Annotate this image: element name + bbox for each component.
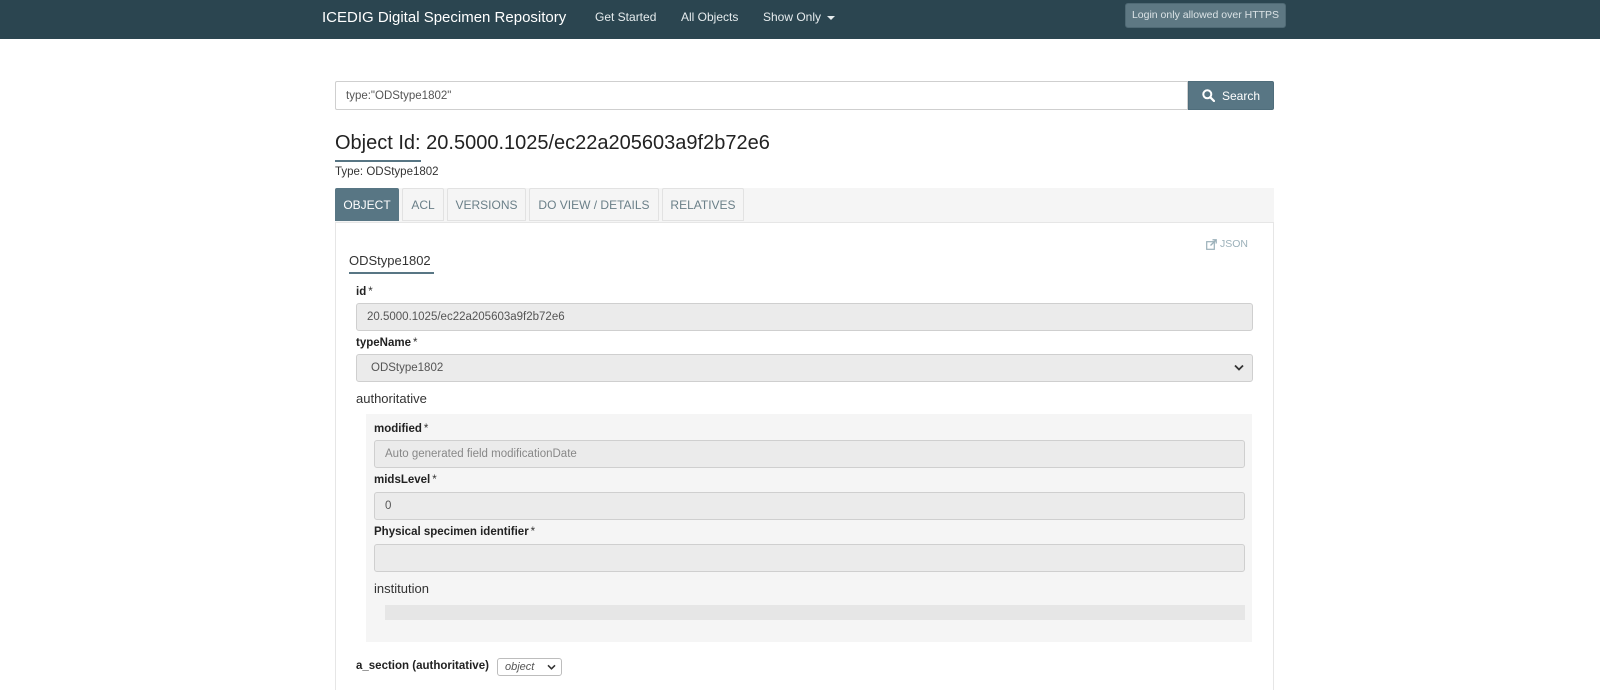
tab-object[interactable]: OBJECT xyxy=(335,188,399,221)
institution-bar xyxy=(385,605,1245,620)
tab-acl[interactable]: ACL xyxy=(402,188,444,221)
nav-show-only-label: Show Only xyxy=(763,10,822,24)
brand-title[interactable]: ICEDIG Digital Specimen Repository xyxy=(322,9,566,26)
a-section-select[interactable]: object xyxy=(497,658,562,676)
tab-do-view-details[interactable]: DO VIEW / DETAILS xyxy=(529,188,659,221)
top-navbar: ICEDIG Digital Specimen Repository Get S… xyxy=(0,0,1600,39)
search-input[interactable] xyxy=(335,81,1188,110)
midslevel-field[interactable] xyxy=(374,492,1245,520)
search-icon xyxy=(1202,89,1215,102)
json-link-label: JSON xyxy=(1220,238,1249,250)
institution-heading: institution xyxy=(374,581,429,596)
id-label: id * xyxy=(356,286,373,298)
modified-field[interactable] xyxy=(374,440,1245,468)
chevron-down-icon xyxy=(547,664,556,670)
tab-versions[interactable]: VERSIONS xyxy=(447,188,526,221)
typename-select-value: ODStype1802 xyxy=(371,362,444,374)
login-button[interactable]: Login only allowed over HTTPS xyxy=(1125,3,1286,28)
section-underline xyxy=(349,272,434,274)
title-underline xyxy=(335,160,421,162)
section-title: ODStype1802 xyxy=(349,253,431,268)
nav-all-objects[interactable]: All Objects xyxy=(681,10,738,24)
caret-down-icon xyxy=(827,15,836,20)
object-type: Type: ODStype1802 xyxy=(335,166,439,178)
id-field[interactable] xyxy=(356,303,1253,331)
modified-label: modified * xyxy=(374,423,429,435)
chevron-down-icon xyxy=(1234,364,1244,371)
tab-relatives[interactable]: RELATIVES xyxy=(662,188,744,221)
a-section-label: a_section (authoritative) xyxy=(356,660,489,672)
external-link-icon xyxy=(1206,238,1217,250)
physical-specimen-identifier-label: Physical specimen identifier * xyxy=(374,526,536,538)
physical-specimen-identifier-field[interactable] xyxy=(374,544,1245,572)
object-title: Object Id: 20.5000.1025/ec22a205603a9f2b… xyxy=(335,132,770,154)
typename-select[interactable]: ODStype1802 xyxy=(356,354,1253,382)
search-button-label: Search xyxy=(1221,88,1261,103)
nav-show-only-dropdown[interactable]: Show Only xyxy=(763,10,836,24)
a-section-select-value: object xyxy=(505,661,535,673)
authoritative-heading: authoritative xyxy=(356,391,427,406)
nav-get-started[interactable]: Get Started xyxy=(595,10,656,24)
midslevel-label: midsLevel * xyxy=(374,474,437,486)
search-button[interactable]: Search xyxy=(1188,81,1274,110)
json-link[interactable]: JSON xyxy=(1206,238,1248,250)
typename-label: typeName * xyxy=(356,337,418,349)
